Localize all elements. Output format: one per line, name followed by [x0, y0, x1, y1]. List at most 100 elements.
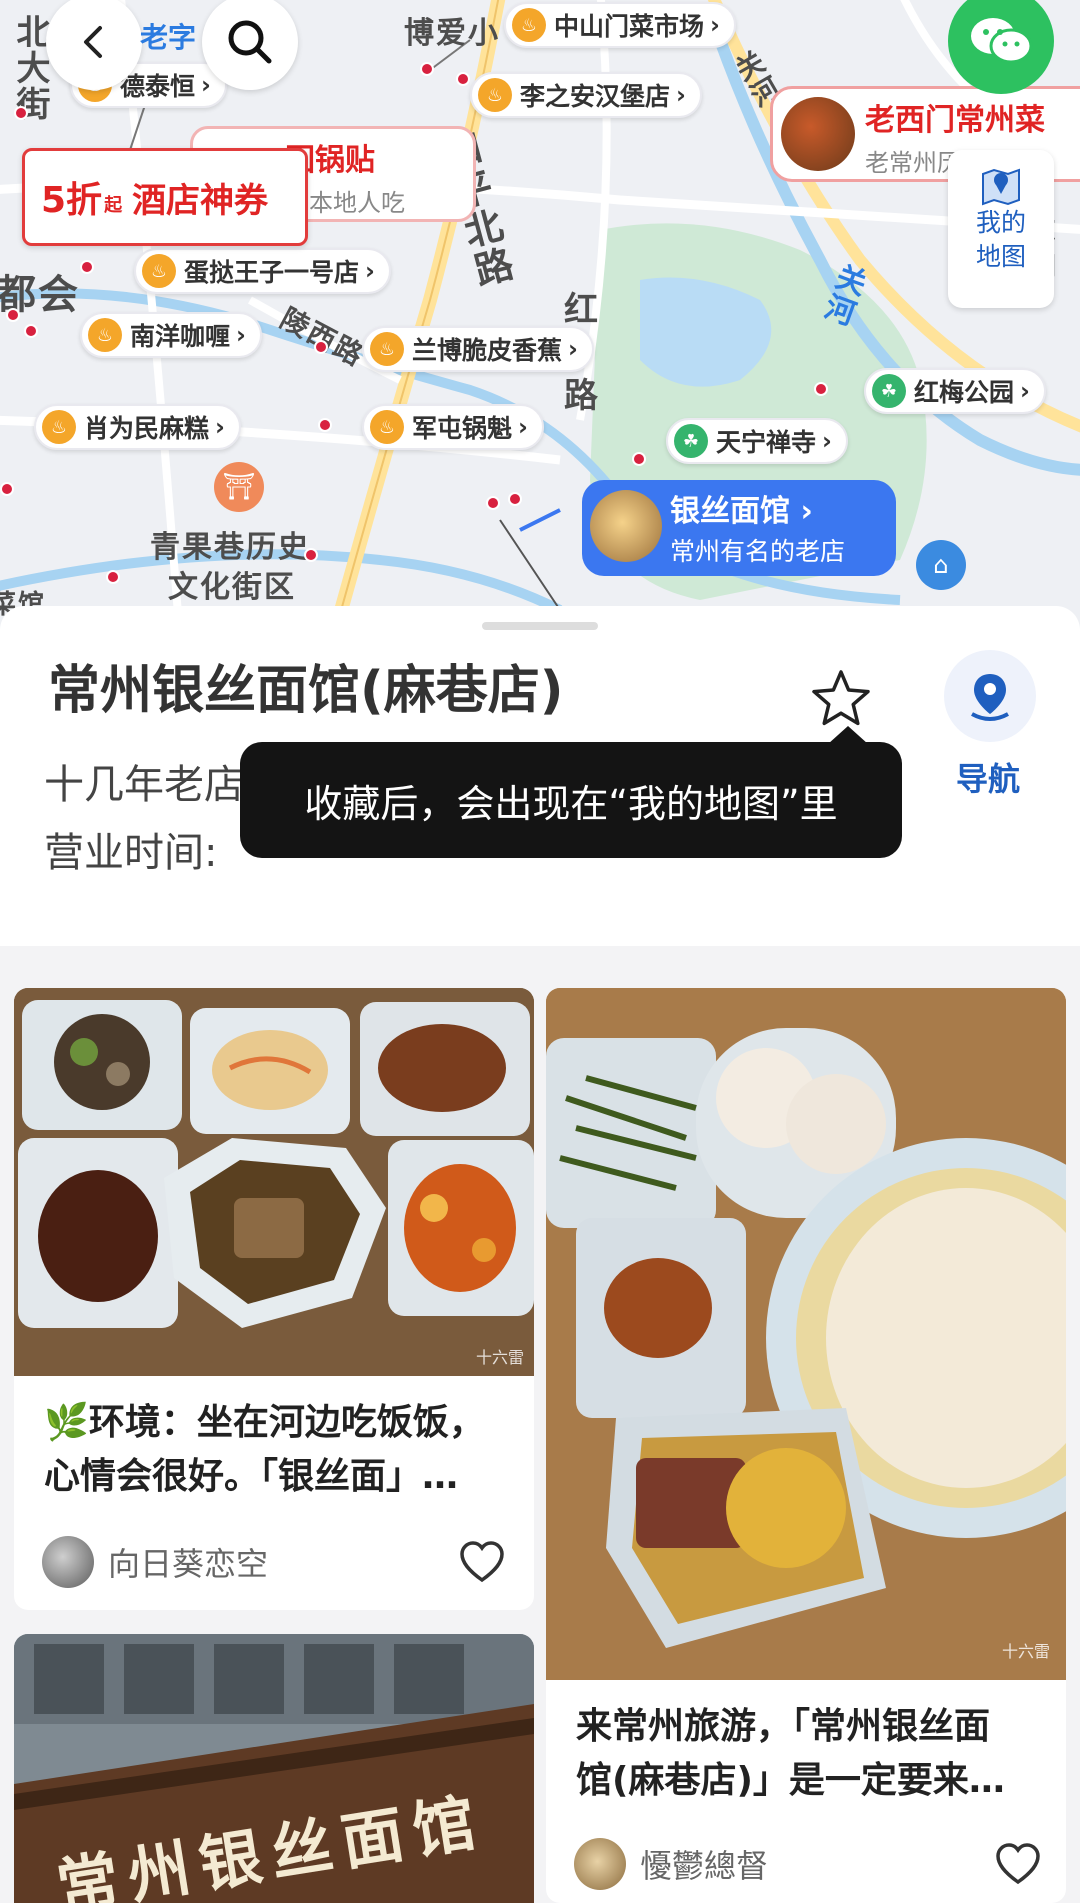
- chevron-right-icon: ›: [676, 81, 686, 109]
- restaurant-icon: ♨: [142, 254, 176, 288]
- poi-label: 红梅公园: [914, 378, 1015, 407]
- street-label: 红: [564, 290, 600, 330]
- poi-pill-xiaoweimin[interactable]: ♨ 肖为民麻糕 ›: [34, 404, 241, 450]
- poi-pill-nanyang[interactable]: ♨ 南洋咖喱 ›: [80, 312, 262, 358]
- feed-card-author[interactable]: 懮鬱總督: [574, 1838, 768, 1890]
- caption-line: 心情会很好。「银丝面」…: [44, 1456, 459, 1497]
- building-icon[interactable]: ⌂: [916, 540, 966, 590]
- poi-dot[interactable]: [106, 570, 120, 584]
- poi-pill-zhongshanmen[interactable]: ♨ 中山门菜市场 ›: [504, 2, 736, 48]
- coupon-qi: 起: [104, 195, 123, 216]
- poi-label: 中山门菜市场: [554, 12, 705, 41]
- my-map-button[interactable]: 我的 地图: [948, 150, 1054, 308]
- restaurant-icon: ♨: [478, 78, 512, 112]
- navigate-label[interactable]: 导航: [956, 754, 1020, 800]
- poi-dot[interactable]: [814, 382, 828, 396]
- selected-poi-card[interactable]: 银丝面馆 › 常州有名的老店: [582, 480, 896, 576]
- map-view[interactable]: 博爱小 北大街 和平北路 红 路 关河 关河 陵西路 都会 青果巷历史 文化街区…: [0, 0, 1080, 640]
- poi-pill-danta[interactable]: ♨ 蛋挞王子一号店 ›: [134, 248, 391, 294]
- poi-title: 常州银丝面馆(麻巷店): [48, 661, 564, 721]
- poi-card-title: 老西门常州菜: [865, 103, 1045, 138]
- navigation-pin-icon: [971, 674, 1009, 721]
- restaurant-icon: ♨: [42, 410, 76, 444]
- poi-dot[interactable]: [304, 548, 318, 562]
- poi-detail-sheet[interactable]: 常州银丝面馆(麻巷店) 十几年老店 营业时间: 导航 收藏后，会出现在“我的地图…: [0, 606, 1080, 946]
- feed-card-photo[interactable]: 十六雷: [546, 988, 1066, 1680]
- chevron-right-icon: ›: [1020, 377, 1030, 405]
- poi-dot[interactable]: [6, 308, 20, 322]
- poi-label: 军屯锅魁: [412, 414, 513, 443]
- heart-icon[interactable]: [994, 1842, 1042, 1886]
- coupon-discount: 5折: [41, 180, 103, 221]
- poi-pill-hongmei[interactable]: ☘ 红梅公园 ›: [864, 368, 1046, 414]
- restaurant-icon: ♨: [370, 332, 404, 366]
- feed-card-author[interactable]: 向日葵恋空: [42, 1536, 268, 1588]
- poi-dot[interactable]: [508, 492, 522, 506]
- chevron-right-icon: ›: [822, 427, 832, 455]
- poi-dot[interactable]: [420, 62, 434, 76]
- poi-label: 天宁禅寺: [716, 428, 817, 457]
- caption-line: 馆(麻巷店)」是一定要来…: [576, 1760, 1005, 1801]
- poi-dot[interactable]: [24, 324, 38, 338]
- poi-card-title: 银丝面馆: [670, 494, 790, 529]
- area-label: 文化街区: [168, 570, 296, 605]
- poi-dot[interactable]: [456, 72, 470, 86]
- coupon-text: 酒店神券: [132, 180, 269, 221]
- feed-card[interactable]: 十六雷 🌿环境：坐在河边吃饭饭， 心情会很好。「银丝面」… 向日葵恋空: [14, 988, 534, 1610]
- wechat-icon: [971, 18, 1033, 64]
- poi-dot[interactable]: [14, 106, 28, 120]
- poi-label: 德泰恒: [120, 72, 196, 101]
- chevron-right-icon: ›: [365, 257, 375, 285]
- poi-dot[interactable]: [314, 340, 328, 354]
- my-map-label-line2: 地图: [975, 242, 1026, 271]
- avatar: [42, 1536, 94, 1588]
- scenic-icon: ☘: [674, 424, 708, 458]
- food-photo: [546, 988, 1066, 1680]
- street-label: 博爱小: [404, 16, 500, 51]
- poi-card-title: 回锅贴: [285, 143, 375, 178]
- chevron-right-icon: ›: [710, 11, 720, 39]
- poi-pill-tianning[interactable]: ☘ 天宁禅寺 ›: [666, 418, 848, 464]
- chevron-right-icon: ›: [215, 413, 225, 441]
- feed-card-photo[interactable]: 常州银丝面馆: [14, 1634, 534, 1903]
- my-map-label-line1: 我的: [975, 208, 1026, 237]
- caption-line: 来常州旅游，「常州银丝面: [576, 1706, 991, 1747]
- poi-dot[interactable]: [80, 260, 94, 274]
- feed-card-photo[interactable]: 十六雷: [14, 988, 534, 1376]
- heart-icon[interactable]: [458, 1540, 506, 1584]
- poi-label: 肖为民麻糕: [84, 414, 210, 443]
- navigate-button[interactable]: [944, 650, 1036, 742]
- favorite-tooltip: 收藏后，会出现在“我的地图”里: [240, 726, 902, 858]
- poi-card-thumbnail: [781, 97, 855, 171]
- poi-pill-lanbo[interactable]: ♨ 兰博脆皮香蕉 ›: [362, 326, 594, 372]
- drag-handle[interactable]: [482, 622, 598, 630]
- back-arrow-icon: [84, 26, 102, 58]
- favorite-star-icon[interactable]: [810, 668, 872, 730]
- hotel-coupon-banner[interactable]: 5折 起 酒店神券: [22, 148, 308, 246]
- photo-watermark: 十六雷: [475, 1348, 524, 1367]
- food-photo: [14, 988, 534, 1376]
- feed-card[interactable]: 常州银丝面馆: [14, 1634, 534, 1903]
- feed-card-caption: 来常州旅游，「常州银丝面 馆(麻巷店)」是一定要来…: [576, 1700, 1005, 1808]
- map-label: 老字: [140, 21, 197, 54]
- chevron-right-icon: ›: [236, 321, 246, 349]
- poi-card-thumbnail: [590, 490, 662, 562]
- feed-card-caption: 🌿环境：坐在河边吃饭饭， 心情会很好。「银丝面」…: [44, 1396, 485, 1504]
- poi-dot[interactable]: [486, 496, 500, 510]
- poi-dot[interactable]: [632, 452, 646, 466]
- feed-card[interactable]: 十六雷 来常州旅游，「常州银丝面 馆(麻巷店)」是一定要来… 懮鬱總督: [546, 988, 1066, 1903]
- temple-icon[interactable]: ⛩: [214, 462, 264, 512]
- map-icon: [982, 168, 1020, 206]
- photo-watermark: 十六雷: [1001, 1642, 1050, 1661]
- search-icon: [228, 20, 272, 64]
- author-name: 向日葵恋空: [108, 1545, 269, 1583]
- poi-pill-lizhian[interactable]: ♨ 李之安汉堡店 ›: [470, 72, 702, 118]
- chevron-right-icon: ›: [518, 413, 528, 441]
- poi-dot[interactable]: [0, 482, 14, 496]
- poi-hours: 营业时间:: [44, 830, 218, 876]
- poi-dot[interactable]: [318, 418, 332, 432]
- poi-pill-juntun[interactable]: ♨ 军屯锅魁 ›: [362, 404, 544, 450]
- chevron-right-icon: ›: [568, 335, 578, 363]
- author-name: 懮鬱總督: [640, 1847, 769, 1885]
- poi-label: 兰博脆皮香蕉: [412, 336, 563, 365]
